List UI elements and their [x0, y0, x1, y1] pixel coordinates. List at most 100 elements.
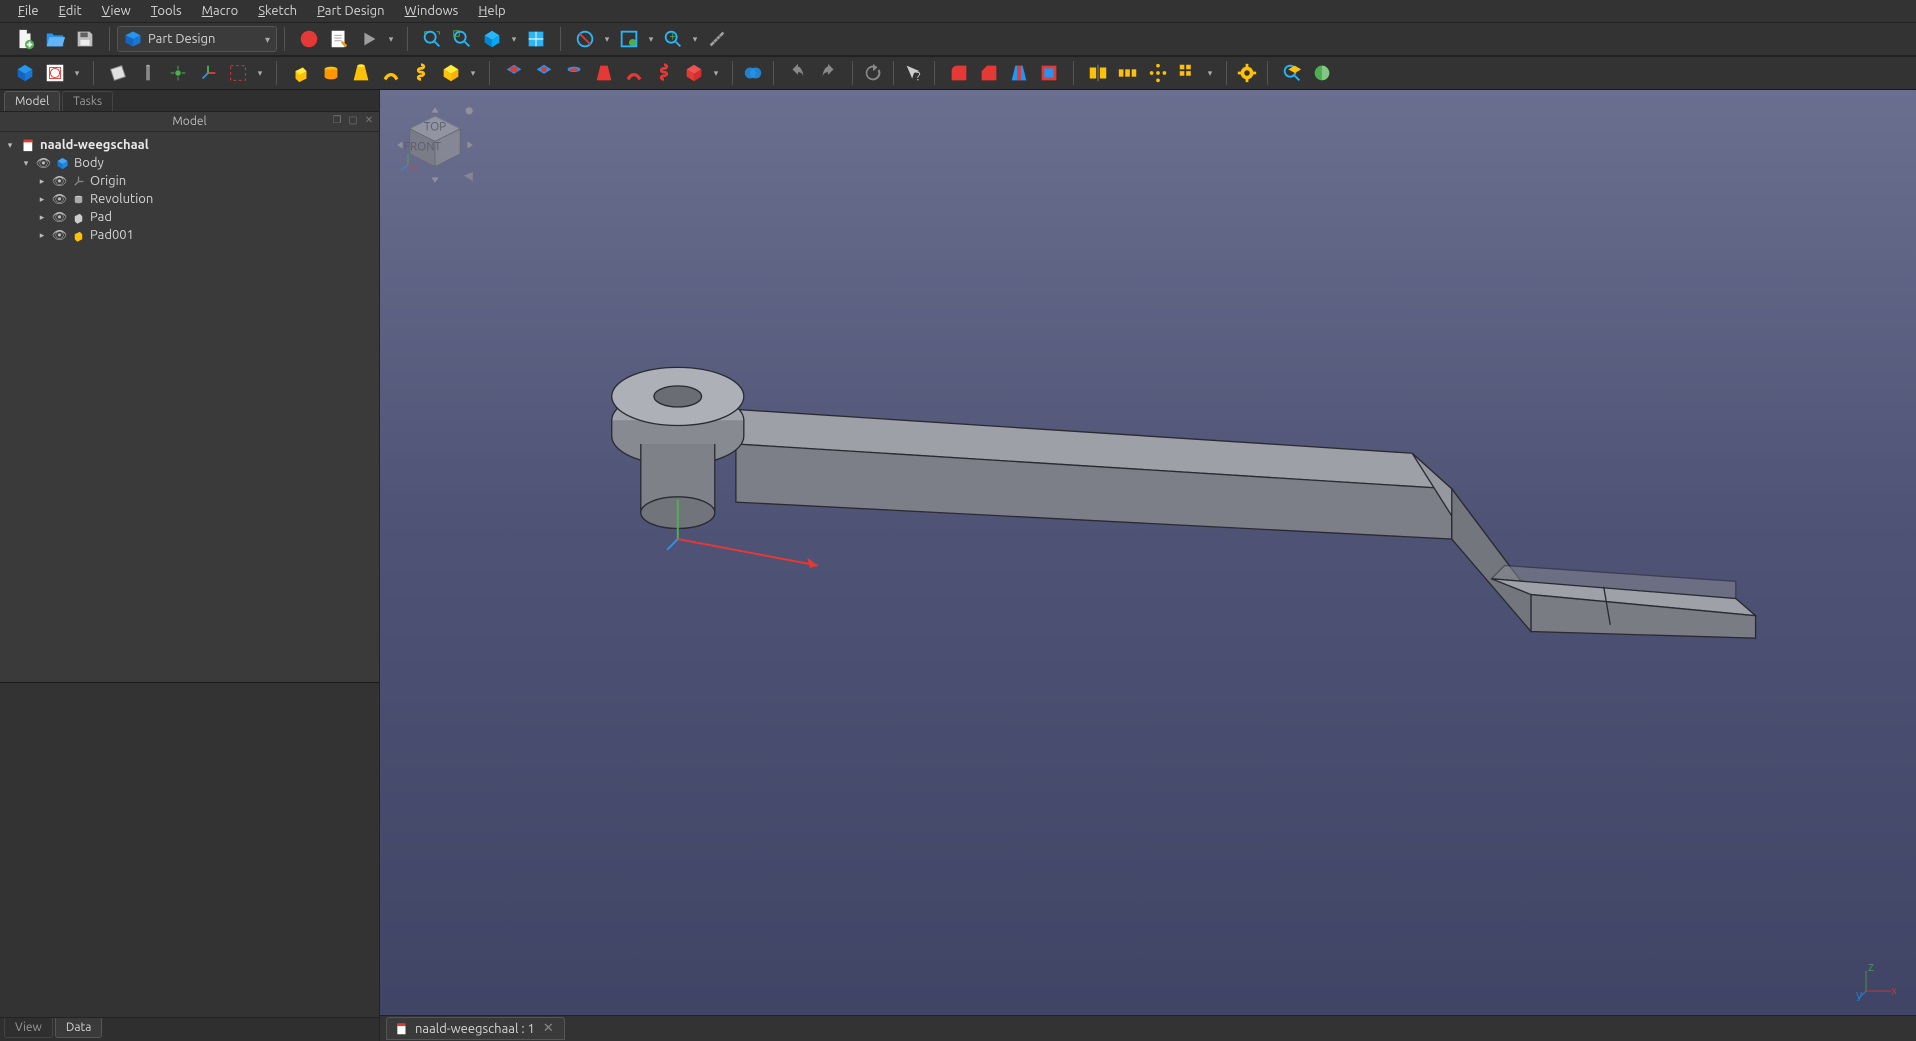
datum-line-button[interactable] — [135, 60, 161, 86]
create-body-button[interactable] — [12, 60, 38, 86]
groove-button[interactable] — [561, 60, 587, 86]
datum-cs-button[interactable] — [195, 60, 221, 86]
zoom-selection-button[interactable] — [449, 26, 475, 52]
search-dropdown-icon[interactable] — [690, 34, 700, 45]
redo-button[interactable] — [815, 60, 841, 86]
menu-sketch[interactable]: Sketch — [248, 2, 307, 20]
tree-item-pad[interactable]: ▸ 👁 Pad — [34, 208, 377, 226]
visibility-icon[interactable]: 👁 — [52, 192, 66, 206]
visibility-icon[interactable]: 👁 — [52, 228, 66, 242]
bounding-box-button[interactable] — [616, 26, 642, 52]
thickness-button[interactable] — [1036, 60, 1062, 86]
svg-text:x: x — [1891, 984, 1896, 998]
datum-point-button[interactable] — [165, 60, 191, 86]
menu-tools[interactable]: Tools — [141, 2, 192, 20]
draft-button[interactable] — [1006, 60, 1032, 86]
undo-button[interactable] — [785, 60, 811, 86]
panel-max-icon[interactable]: ▢ — [347, 114, 359, 126]
tab-tasks[interactable]: Tasks — [62, 91, 113, 111]
draw-style-button[interactable] — [572, 26, 598, 52]
tab-view[interactable]: View — [4, 1018, 53, 1038]
side-panel: Model Tasks Model ❐ ▢ ✕ ▾ naald — [0, 90, 380, 1041]
create-sketch-dropdown-icon[interactable] — [72, 68, 82, 79]
shape-binder-dropdown-icon[interactable] — [255, 68, 265, 79]
subtractive-primitive-dropdown-icon[interactable] — [711, 68, 721, 79]
document-tab[interactable]: naald-weegschaal : 1 ✕ — [386, 1017, 565, 1040]
shape-binder-button[interactable] — [225, 60, 251, 86]
sweep-button[interactable] — [378, 60, 404, 86]
tree-item-pad001[interactable]: ▸ 👁 Pad001 — [34, 226, 377, 244]
tree-root[interactable]: ▾ naald-weegschaal — [2, 136, 377, 154]
macro-dropdown-icon[interactable] — [386, 34, 396, 45]
tab-model[interactable]: Model — [4, 91, 60, 111]
zoom-fit-button[interactable] — [419, 26, 445, 52]
new-file-button[interactable] — [12, 26, 38, 52]
visibility-icon[interactable]: 👁 — [36, 156, 50, 170]
bounding-box-dropdown-icon[interactable] — [646, 34, 656, 45]
property-panel — [0, 682, 379, 1017]
open-file-button[interactable] — [42, 26, 68, 52]
additive-primitive-button[interactable] — [438, 60, 464, 86]
whats-this-button[interactable]: ? — [901, 60, 927, 86]
menu-part-design[interactable]: Part Design — [307, 2, 394, 20]
toolbar-row-2: ? — [0, 56, 1916, 90]
search-button[interactable]: + — [660, 26, 686, 52]
view-iso-dropdown-icon[interactable] — [509, 34, 519, 45]
polar-pattern-button[interactable] — [1145, 60, 1171, 86]
linear-pattern-button[interactable] — [1115, 60, 1141, 86]
loft-button[interactable] — [348, 60, 374, 86]
boolean-button[interactable] — [740, 60, 766, 86]
menu-windows[interactable]: Windows — [395, 2, 469, 20]
subtractive-primitive-button[interactable] — [681, 60, 707, 86]
tree-item-origin[interactable]: ▸ 👁 Origin — [34, 172, 377, 190]
appearance-button[interactable] — [1309, 60, 1335, 86]
view-front-button[interactable] — [523, 26, 549, 52]
pocket-button[interactable] — [501, 60, 527, 86]
macro-run-button[interactable] — [356, 26, 382, 52]
sub-loft-button[interactable] — [591, 60, 617, 86]
chamfer-button[interactable] — [976, 60, 1002, 86]
pad-active-icon — [70, 227, 86, 243]
panel-restore-icon[interactable]: ❐ — [331, 114, 343, 126]
multi-transform-button[interactable] — [1175, 60, 1201, 86]
measure-button[interactable] — [704, 26, 730, 52]
mirror-button[interactable] — [1085, 60, 1111, 86]
pad-button[interactable] — [288, 60, 314, 86]
check-geometry-button[interactable] — [1279, 60, 1305, 86]
menu-macro[interactable]: Macro — [192, 2, 249, 20]
tab-data[interactable]: Data — [55, 1018, 103, 1038]
additive-primitive-dropdown-icon[interactable] — [468, 68, 478, 79]
workbench-selector[interactable]: Part Design — [117, 26, 277, 52]
create-sketch-button[interactable] — [42, 60, 68, 86]
revolution-button[interactable] — [318, 60, 344, 86]
menu-file[interactable]: File — [8, 2, 49, 20]
menu-edit[interactable]: Edit — [49, 2, 92, 20]
hole-button[interactable] — [531, 60, 557, 86]
draw-style-dropdown-icon[interactable] — [602, 34, 612, 45]
helix-button[interactable] — [408, 60, 434, 86]
panel-title: Model — [172, 115, 206, 128]
document-tab-icon — [395, 1022, 409, 1036]
sprocket-button[interactable] — [1234, 60, 1260, 86]
sub-sweep-button[interactable] — [621, 60, 647, 86]
document-tab-close-icon[interactable]: ✕ — [541, 1021, 556, 1036]
macro-record-button[interactable] — [296, 26, 322, 52]
macro-edit-button[interactable] — [326, 26, 352, 52]
menu-view[interactable]: View — [92, 2, 141, 20]
menu-help[interactable]: Help — [468, 2, 515, 20]
3d-viewport[interactable]: TOP FRONT — [380, 90, 1916, 1041]
view-iso-button[interactable] — [479, 26, 505, 52]
tree-item-revolution[interactable]: ▸ 👁 Revolution — [34, 190, 377, 208]
tree-body[interactable]: ▾ 👁 Body — [18, 154, 377, 172]
save-file-button[interactable] — [72, 26, 98, 52]
sub-helix-button[interactable] — [651, 60, 677, 86]
visibility-icon[interactable]: 👁 — [52, 210, 66, 224]
refresh-button[interactable] — [860, 60, 886, 86]
pattern-dropdown-icon[interactable] — [1205, 68, 1215, 79]
menu-bar: File Edit View Tools Macro Sketch Part D… — [0, 0, 1916, 22]
fillet-button[interactable] — [946, 60, 972, 86]
panel-close-icon[interactable]: ✕ — [363, 114, 375, 126]
toolbar-row-1: Part Design + — [0, 22, 1916, 56]
datum-plane-button[interactable] — [105, 60, 131, 86]
visibility-icon[interactable]: 👁 — [52, 174, 66, 188]
